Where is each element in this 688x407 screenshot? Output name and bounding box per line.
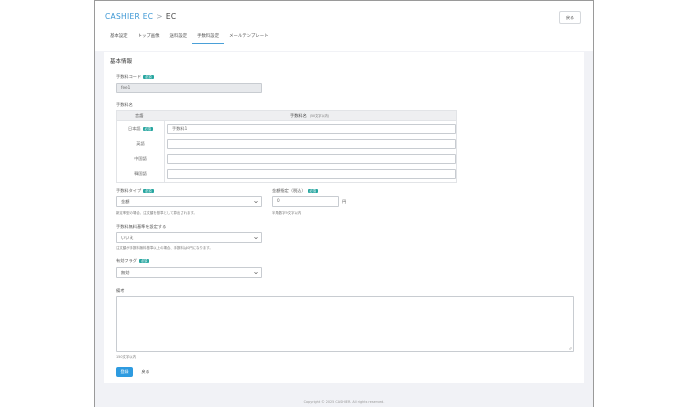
chevron-down-icon xyxy=(254,201,258,204)
form-card: 基本情報 手数料コード 必須 fee1 手数料名 言語 手数料名 (50文字以内) … xyxy=(104,52,584,383)
amount-label: 金額指定（税込） 必須 xyxy=(272,188,318,194)
required-badge: 必須 xyxy=(142,126,153,132)
tab-shipping[interactable]: 送料設定 xyxy=(165,32,193,44)
note-help: 150文字以内 xyxy=(116,355,137,359)
required-badge: 必須 xyxy=(307,188,318,194)
header: CASHIER EC > EC 戻る 基本設定 トップ画像 送料設定 手数料設定 メ… xyxy=(95,1,593,51)
amount-input[interactable]: 0 xyxy=(272,196,339,207)
fee-name-ja-input[interactable]: 手数料1 xyxy=(167,124,456,134)
amount-help: 半角数字9文字以内 xyxy=(272,211,302,215)
active-flag-label: 有効フラグ 必須 xyxy=(116,258,150,264)
tab-top-image[interactable]: トップ画像 xyxy=(133,32,165,44)
tab-fee-settings[interactable]: 手数料設定 xyxy=(192,32,225,44)
threshold-select[interactable]: いいえ xyxy=(116,232,262,243)
back-button[interactable]: 戻る xyxy=(137,367,154,377)
fee-name-table-header: 言語 手数料名 (50文字以内) xyxy=(117,111,456,121)
column-language: 言語 xyxy=(135,113,144,118)
brand-logo[interactable]: CASHIER EC xyxy=(105,12,153,21)
header-back-button[interactable]: 戻る xyxy=(559,11,581,24)
chevron-down-icon xyxy=(254,237,258,240)
threshold-label: 手数料無料基準を設定する xyxy=(116,224,167,229)
column-divider xyxy=(164,121,165,182)
fee-name-table: 言語 手数料名 (50文字以内) 日本語 必須 手数料1 英語 中国語 韓国語 xyxy=(116,110,457,183)
lang-label-en: 英語 xyxy=(136,141,145,146)
fee-name-label: 手数料名 xyxy=(116,102,133,107)
fee-name-en-input[interactable] xyxy=(167,139,456,149)
resize-grip-icon[interactable] xyxy=(568,346,572,350)
fee-type-label: 手数料タイプ 必須 xyxy=(116,188,154,194)
tab-mail-template[interactable]: メールテンプレート xyxy=(224,32,273,44)
app-frame: CASHIER EC > EC 戻る 基本設定 トップ画像 送料設定 手数料設定 メ… xyxy=(94,0,594,407)
lang-label-zh: 中国語 xyxy=(134,156,147,161)
note-label: 備考 xyxy=(116,288,125,293)
submit-button[interactable]: 登録 xyxy=(116,367,133,377)
fee-name-ko-input[interactable] xyxy=(167,169,456,179)
required-badge: 必須 xyxy=(138,258,150,264)
column-fee-name: 手数料名 (50文字以内) xyxy=(290,113,330,118)
section-title: 基本情報 xyxy=(110,59,133,65)
fee-code-input: fee1 xyxy=(116,83,262,93)
lang-label-ja: 日本語 必須 xyxy=(128,126,153,132)
required-badge: 必須 xyxy=(143,74,154,80)
note-textarea[interactable] xyxy=(116,296,574,352)
fee-name-zh-input[interactable] xyxy=(167,154,456,164)
fee-code-label: 手数料コード 必須 xyxy=(116,74,154,80)
chevron-down-icon xyxy=(254,272,258,275)
lang-label-ko: 韓国語 xyxy=(134,171,147,176)
breadcrumb: CASHIER EC > EC xyxy=(105,12,176,21)
active-flag-select[interactable]: 無効 xyxy=(116,267,262,278)
threshold-help: 注文額が手数料無料基準以上の場合、手数料は0円になります。 xyxy=(116,246,213,250)
fee-type-select[interactable]: 金額 xyxy=(116,196,262,207)
amount-unit: 円 xyxy=(342,199,347,204)
required-badge: 必須 xyxy=(143,188,154,194)
fee-type-help: 新定率型の場合、注文額を基準として算出されます。 xyxy=(116,211,197,215)
tab-basic-settings[interactable]: 基本設定 xyxy=(105,32,133,44)
breadcrumb-separator: > xyxy=(156,12,163,21)
tab-bar: 基本設定 トップ画像 送料設定 手数料設定 メールテンプレート xyxy=(105,32,273,45)
footer-copyright: Copyright © 2025 CASHIER. All rights res… xyxy=(303,400,385,404)
breadcrumb-current: EC xyxy=(165,12,177,21)
